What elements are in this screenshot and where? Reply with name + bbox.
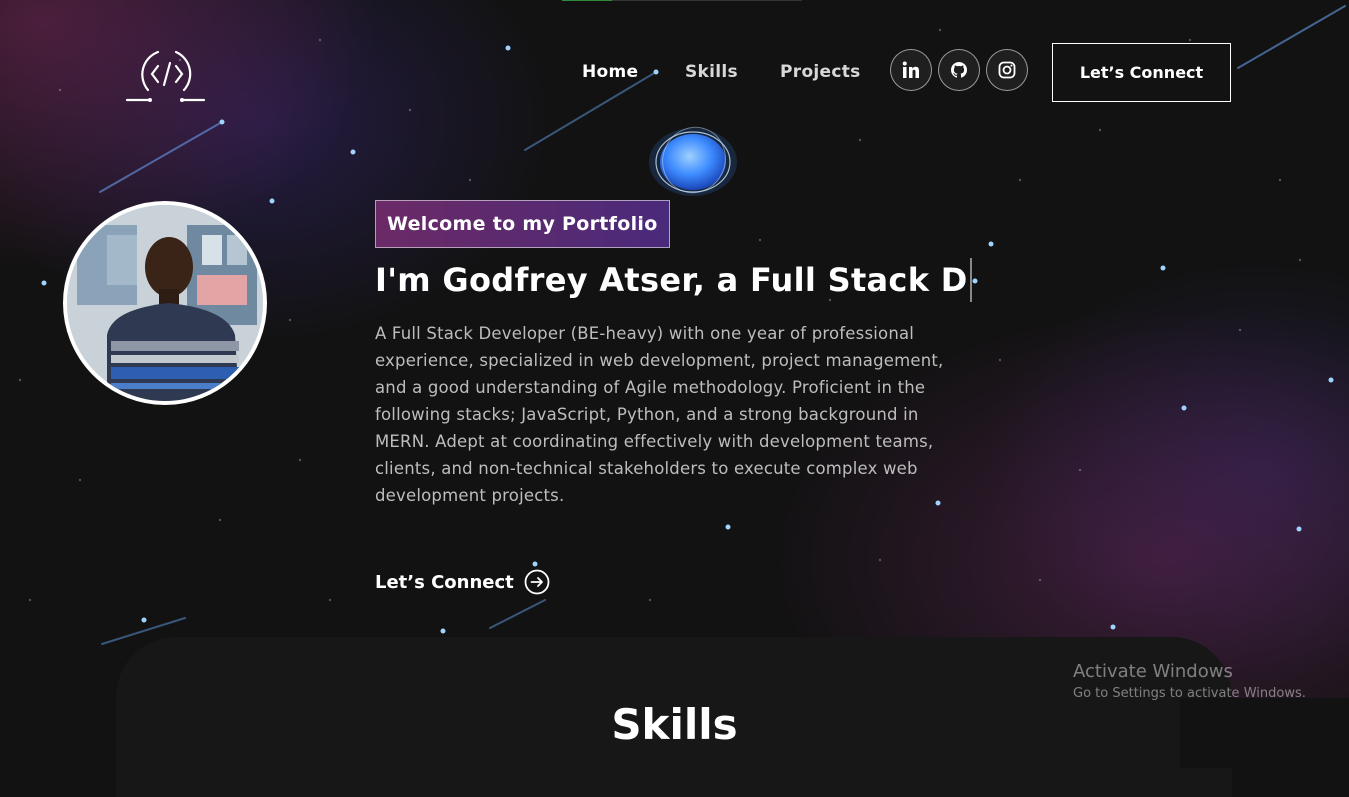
nav-link-home[interactable]: Home [582,62,638,82]
profile-photo-image [67,205,263,401]
welcome-tagline: Welcome to my Portfolio [375,200,670,248]
lets-connect-hero-label: Let’s Connect [375,571,514,593]
linkedin-icon [902,61,919,78]
hero-headline: I'm Godfrey Atser, a Full Stack D [375,258,972,302]
linkedin-button[interactable] [890,49,932,91]
lets-connect-nav-button[interactable]: Let’s Connect [1052,43,1231,102]
typing-cursor [969,258,972,302]
profile-photo [63,201,267,405]
hero-intro-text: A Full Stack Developer (BE-heavy) with o… [375,324,944,505]
nav-link-projects[interactable]: Projects [780,62,861,82]
instagram-button[interactable] [986,49,1028,91]
hero-headline-text: I'm Godfrey Atser, a Full Stack D [375,261,968,299]
skills-heading: Skills [611,700,738,749]
nav-link-skills[interactable]: Skills [685,62,738,82]
arrow-right-circle-icon [524,569,550,595]
glowing-planet-icon [649,126,737,196]
instagram-icon [998,61,1016,79]
page-progress-bar [562,0,802,1]
activate-windows-subtitle: Go to Settings to activate Windows. [1073,686,1306,701]
github-icon [950,62,968,78]
code-logo-icon[interactable] [124,42,210,106]
activate-windows-title: Activate Windows [1073,661,1233,682]
github-button[interactable] [938,49,980,91]
lets-connect-hero-button[interactable]: Let’s Connect [375,569,550,595]
